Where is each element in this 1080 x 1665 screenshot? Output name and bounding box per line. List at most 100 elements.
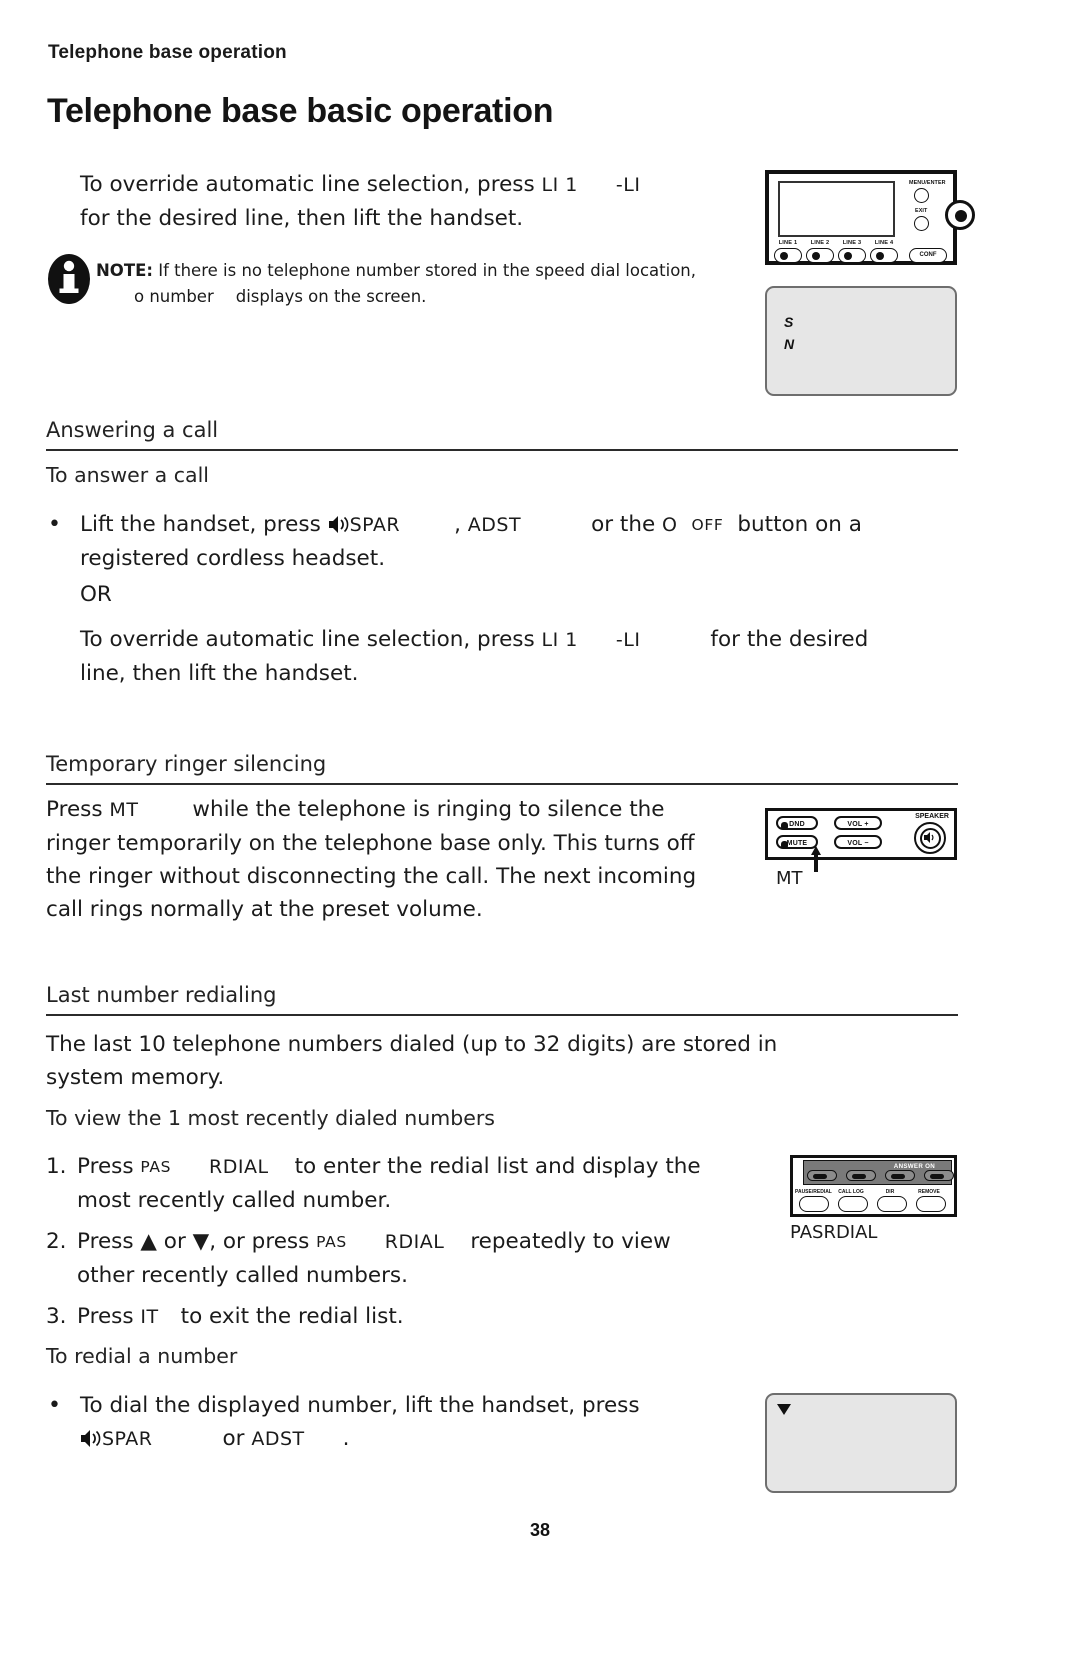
- line-3-button[interactable]: [838, 248, 866, 263]
- ringer-key-mute: MT: [109, 799, 139, 821]
- redial-key-speaker: SPAR: [102, 1428, 153, 1450]
- step-1-number: 1.: [46, 1154, 67, 1179]
- redial-bullet-marker: •: [48, 1393, 61, 1418]
- answer-key-headset: ADST: [467, 514, 522, 536]
- step-3-a: Press: [77, 1304, 141, 1329]
- note-key: o number: [134, 287, 214, 306]
- redial-bullet-text: To dial the displayed number, lift the h…: [80, 1389, 760, 1456]
- speaker-button[interactable]: [914, 822, 946, 854]
- banner-button-4[interactable]: [924, 1170, 954, 1181]
- page-title: Telephone base basic operation: [47, 92, 554, 130]
- line-4-label: LINE 4: [874, 240, 894, 246]
- navigation-ring[interactable]: [945, 200, 975, 230]
- step-1-key-pause: PAS: [140, 1158, 172, 1176]
- ringer-press-label: Press: [46, 797, 110, 822]
- up-arrow-icon: ▲: [140, 1229, 157, 1254]
- redialing-intro: The last 10 telephone numbers dialed (up…: [46, 1028, 936, 1094]
- speaker-icon: [328, 511, 350, 533]
- answer-bullet-end: button on a: [737, 512, 862, 537]
- subheading-view-redial: To view the 1 most recently dialed numbe…: [46, 1106, 495, 1130]
- answer-key-speaker: SPAR: [349, 514, 401, 536]
- dnd-label: DND: [789, 821, 805, 828]
- note-text: NOTE: If there is no telephone number st…: [46, 258, 758, 284]
- telephone-base-line-buttons-graphic: LINE 1 LINE 2 LINE 3 LINE 4 MENU/ENTER E…: [765, 170, 975, 265]
- step-2-line2: other recently called numbers.: [77, 1263, 408, 1288]
- vol-down-button[interactable]: VOL −: [834, 835, 882, 849]
- intro-key-line4: -LI: [615, 174, 641, 196]
- note-rest: displays on the screen.: [235, 287, 427, 306]
- running-head: Telephone base operation: [48, 42, 287, 63]
- step-2-text: Press ▲ or ▼, or press PAS RDIAL repeatedl…: [77, 1225, 777, 1292]
- override-key-line1: LI 1: [541, 629, 578, 651]
- step-3-key-exit: IT: [140, 1306, 159, 1328]
- note-block: NOTE: If there is no telephone number st…: [46, 254, 758, 310]
- remove-button[interactable]: [916, 1196, 946, 1212]
- remove-label: REMOVE: [918, 1189, 940, 1195]
- answer-bullet-line2: registered cordless headset.: [80, 546, 386, 571]
- step-2-number: 2.: [46, 1229, 67, 1254]
- capture-line-1: S: [784, 314, 794, 330]
- step-1-text: Press PAS RDIAL to enter the redial list a…: [77, 1150, 777, 1217]
- ringer-paragraph: Press MT while the telephone is ringing t…: [46, 793, 766, 926]
- subheading-redial-a-number: To redial a number: [46, 1344, 238, 1368]
- menu-enter-label: MENU/ENTER: [909, 180, 946, 186]
- intro-text-a: To override automatic line selection, pr…: [80, 172, 542, 197]
- section-heading-ringer: Temporary ringer silencing: [46, 752, 958, 785]
- capture-line-2: N: [784, 336, 795, 352]
- banner-button-2[interactable]: [846, 1170, 876, 1181]
- telephone-base-redial-panel-graphic: ANSWER ON PAUSE/REDIAL CALL LOG DIR REMO…: [790, 1155, 957, 1217]
- subheading-answer-a-call: To answer a call: [46, 463, 209, 487]
- redial-key-headset: ADST: [251, 1428, 305, 1450]
- banner-button-3[interactable]: [885, 1170, 915, 1181]
- lcd-screen-capture-2: [765, 1393, 957, 1493]
- vol-up-label: VOL +: [847, 821, 869, 828]
- answer-key-on: O: [662, 514, 678, 536]
- ringer-line4: call rings normally at the preset volume…: [46, 897, 483, 922]
- line-2-button[interactable]: [806, 248, 834, 263]
- info-icon: [46, 252, 92, 304]
- answer-key-off: OFF: [691, 516, 724, 534]
- ringer-line2: ringer temporarily on the telephone base…: [46, 831, 695, 856]
- step-3-number: 3.: [46, 1304, 67, 1329]
- note-body-text: If there is no telephone number stored i…: [152, 261, 696, 280]
- section-heading-answering: Answering a call: [46, 418, 958, 451]
- step-2-key-pause: PAS: [316, 1233, 347, 1251]
- override-end: for the desired: [710, 627, 869, 652]
- step-2-a: Press: [77, 1229, 141, 1254]
- step-3-text: Press IT to exit the redial list.: [77, 1300, 777, 1334]
- banner-button-1[interactable]: [807, 1170, 837, 1181]
- vol-down-label: VOL −: [847, 840, 869, 847]
- redialing-intro-line2: system memory.: [46, 1065, 225, 1090]
- exit-button[interactable]: [914, 216, 929, 231]
- conf-button[interactable]: CONF: [909, 248, 947, 263]
- telephone-base-mute-panel-graphic: DND MUTE VOL + VOL − SPEAKER: [765, 808, 957, 860]
- override-text-a: To override automatic line selection, pr…: [80, 627, 542, 652]
- dir-label: DIR: [885, 1189, 895, 1195]
- step-1-line2: most recently called number.: [77, 1188, 392, 1213]
- vol-up-button[interactable]: VOL +: [834, 816, 882, 830]
- step-2-rest: repeatedly to view: [470, 1229, 671, 1254]
- step-2-key-redial: RDIAL: [384, 1231, 445, 1253]
- speaker-icon-small: [924, 832, 934, 843]
- note-text-line2: o number displays on the screen.: [46, 284, 758, 310]
- redial-end: .: [342, 1426, 350, 1451]
- intro-paragraph: To override automatic line selection, pr…: [80, 168, 740, 235]
- ringer-line3: the ringer without disconnecting the cal…: [46, 864, 697, 889]
- triangle-down-icon: [777, 1404, 791, 1415]
- step-1-a: Press: [77, 1154, 141, 1179]
- menu-enter-button[interactable]: [914, 188, 929, 203]
- page-number: 38: [529, 1520, 551, 1540]
- step-1-key-redial: RDIAL: [209, 1156, 269, 1178]
- down-arrow-icon: ▼: [192, 1229, 210, 1254]
- dnd-button[interactable]: DND: [776, 816, 818, 830]
- pause-redial-button[interactable]: [799, 1196, 829, 1212]
- line-2-label: LINE 2: [810, 240, 830, 246]
- answer-bullet-text: Lift the handset, press SPAR, ADST or the…: [80, 508, 960, 575]
- override-line2: line, then lift the handset.: [80, 661, 359, 686]
- line-4-button[interactable]: [870, 248, 898, 263]
- call-log-button[interactable]: [838, 1196, 868, 1212]
- redial-mid: or: [222, 1426, 252, 1451]
- dir-button[interactable]: [877, 1196, 907, 1212]
- line-1-button[interactable]: [774, 248, 802, 263]
- ringer-line1-rest: while the telephone is ringing to silenc…: [192, 797, 665, 822]
